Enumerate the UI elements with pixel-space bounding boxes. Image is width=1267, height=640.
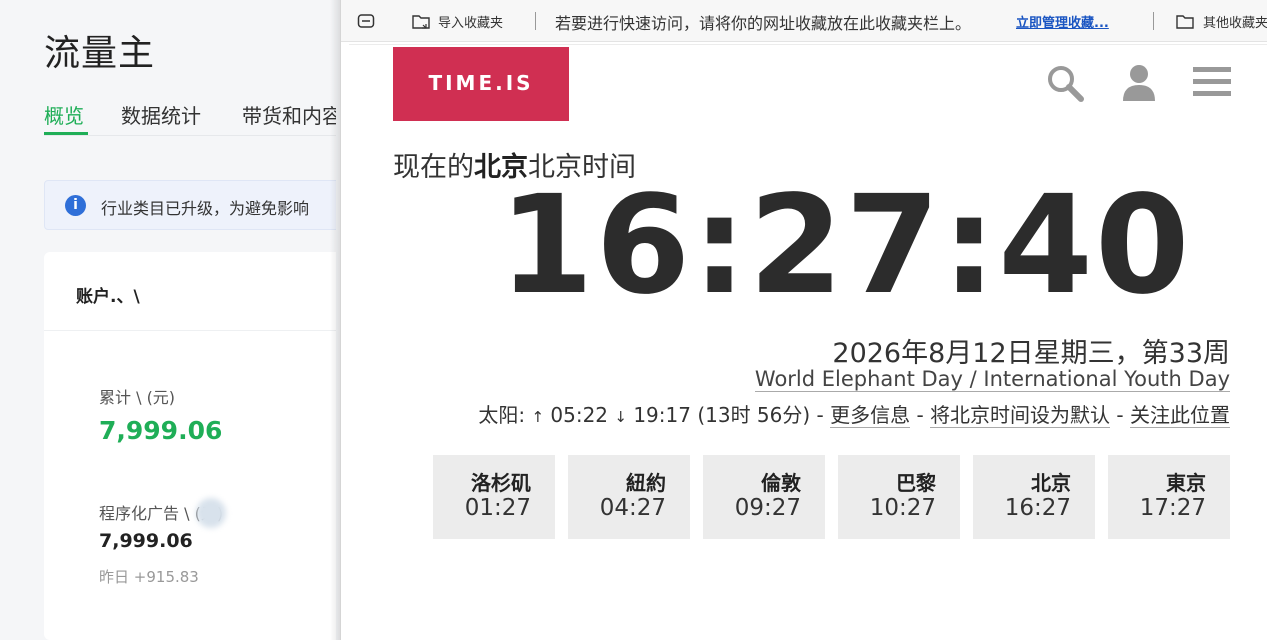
- tab-bar: 概览 数据统计 带货和内容: [44, 100, 336, 136]
- city-clock[interactable]: 倫敦 09:27: [703, 455, 825, 539]
- follow-location-link[interactable]: 关注此位置: [1130, 403, 1230, 428]
- card-title: 账户.、\: [76, 287, 140, 307]
- divider: [44, 330, 336, 331]
- separator: [1153, 12, 1154, 30]
- background-app: 流量主 概览 数据统计 带货和内容 i 行业类目已升级，为避免影响 账户.、\ …: [0, 0, 336, 640]
- sun-info: 太阳: ↑ 05:22 ↓ 19:17 (13时 56分) - 更多信息 - 将…: [478, 403, 1230, 428]
- programmatic-value: 7,999.06: [99, 530, 193, 552]
- more-info-link[interactable]: 更多信息: [830, 403, 911, 428]
- cumulative-label: 累计 \ (元): [99, 388, 176, 407]
- city-clock[interactable]: 北京 16:27: [973, 455, 1095, 539]
- day-length: (13时 56分): [697, 403, 811, 427]
- bookmark-bar: 导入收藏夹 若要进行快速访问，请将你的网址收藏放在此收藏夹栏上。 立即管理收藏.…: [341, 0, 1267, 42]
- import-favorites-button[interactable]: 导入收藏夹: [438, 12, 503, 31]
- manage-favorites-link[interactable]: 立即管理收藏...: [1016, 12, 1109, 31]
- tab-icon[interactable]: [357, 13, 375, 33]
- set-default-link[interactable]: 将北京时间设为默认: [930, 403, 1111, 428]
- yesterday-change: 昨日 +915.83: [99, 568, 199, 586]
- current-time: 16:27:40: [499, 167, 1192, 325]
- tab-data-stats[interactable]: 数据统计: [121, 100, 201, 129]
- time-is-logo[interactable]: TIME.IS: [393, 47, 569, 121]
- holiday-link[interactable]: World Elephant Day / International Youth…: [754, 367, 1230, 392]
- city-clock[interactable]: 東京 17:27: [1108, 455, 1230, 539]
- obscured-element: [196, 498, 226, 528]
- time-is-page: TIME.IS 现在的北京北京时间 16:27:40 2026年8月12日星期三…: [349, 44, 1267, 640]
- other-favorites-button[interactable]: 其他收藏夹: [1203, 12, 1267, 31]
- cumulative-value: 7,999.06: [99, 416, 223, 445]
- browser-window: 导入收藏夹 若要进行快速访问，请将你的网址收藏放在此收藏夹栏上。 立即管理收藏.…: [340, 0, 1267, 640]
- city-clock[interactable]: 紐約 04:27: [568, 455, 690, 539]
- active-tab-indicator: [44, 132, 88, 135]
- search-icon[interactable]: [1045, 63, 1085, 107]
- city-clock[interactable]: 巴黎 10:27: [838, 455, 960, 539]
- folder-icon: [1175, 13, 1195, 35]
- sunrise-arrow-icon: ↑: [531, 408, 545, 426]
- sunrise-time: 05:22: [550, 403, 609, 427]
- current-date: 2026年8月12日星期三，第33周: [832, 338, 1230, 369]
- import-bookmark-icon: [411, 13, 431, 35]
- sunset-time: 19:17: [633, 403, 691, 427]
- tab-overview[interactable]: 概览: [44, 100, 84, 129]
- user-icon[interactable]: [1121, 63, 1157, 107]
- sunset-arrow-icon: ↓: [614, 408, 627, 426]
- notice-text: 行业类目已升级，为避免影响: [101, 199, 310, 218]
- account-card: 账户.、\ 累计 \ (元) 7,999.06 程序化广告 \ (元) 7,99…: [44, 252, 336, 640]
- notice-banner: i 行业类目已升级，为避免影响: [44, 180, 336, 230]
- app-title: 流量主: [44, 33, 156, 74]
- info-icon: i: [65, 195, 86, 216]
- city-clock[interactable]: 洛杉矶 01:27: [433, 455, 555, 539]
- world-clocks: 洛杉矶 01:27 紐約 04:27 倫敦 09:27 巴黎 10:27 北京 …: [433, 455, 1233, 539]
- tab-goods-content[interactable]: 带货和内容: [242, 100, 336, 129]
- bookmark-hint: 若要进行快速访问，请将你的网址收藏放在此收藏夹栏上。: [555, 14, 972, 33]
- separator: [535, 12, 536, 30]
- menu-icon[interactable]: [1193, 65, 1231, 103]
- sun-label: 太阳:: [478, 403, 526, 427]
